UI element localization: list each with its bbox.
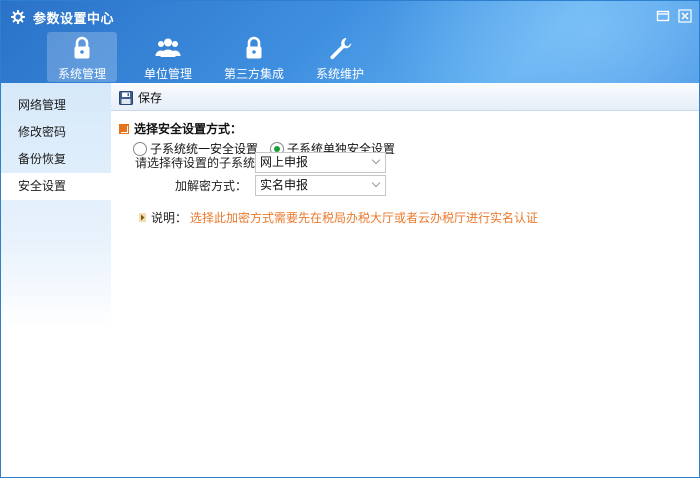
encryption-label: 加解密方式：	[174, 178, 247, 193]
section-title: 选择安全设置方式：	[134, 122, 243, 136]
wrench-icon	[330, 38, 352, 60]
sidebar: 网络管理 修改密码 备份恢复 安全设置	[1, 83, 111, 477]
arrow-right-icon	[139, 213, 146, 222]
tab-label: 系统管理	[57, 67, 106, 81]
note-label: 说明：	[151, 211, 188, 225]
tab-system-maintenance[interactable]: 系统维护	[305, 32, 375, 82]
tab-system-management[interactable]: 系统管理	[47, 32, 117, 82]
tab-label: 系统维护	[315, 67, 364, 81]
sidebar-item-security[interactable]: 安全设置	[1, 173, 111, 200]
section-header: 选择安全设置方式：	[119, 120, 242, 137]
sidebar-item-label: 修改密码	[18, 125, 67, 139]
orange-check-icon	[119, 123, 129, 134]
subsystem-label: 请选择待设置的子系统：	[135, 155, 268, 170]
sidebar-item-change-password[interactable]: 修改密码	[1, 119, 111, 146]
save-button[interactable]: 保存	[119, 89, 162, 106]
lock-icon	[246, 36, 262, 59]
note-row: 说明： 选择此加密方式需要先在税局办税大厅或者云办税厅进行实名认证	[139, 209, 538, 226]
tab-label: 第三方集成	[223, 67, 284, 81]
tab-third-party-integration[interactable]: 第三方集成	[219, 32, 289, 82]
header-bar: 参数设置中心 系统管理 单位管理 第三方集成 系统维护	[1, 1, 699, 83]
sidebar-item-label: 安全设置	[18, 179, 67, 193]
close-icon[interactable]	[678, 9, 692, 23]
title-bar: 参数设置中心	[11, 8, 115, 27]
subsystem-value: 网上申报	[260, 154, 309, 169]
restore-window-icon[interactable]	[656, 9, 670, 23]
header-glow	[381, 1, 699, 83]
settings-window: 参数设置中心 系统管理 单位管理 第三方集成 系统维护 网络管理 修改密码 备份…	[0, 0, 700, 478]
gear-icon	[11, 10, 25, 24]
save-disk-icon	[119, 90, 133, 105]
toolbar: 保存	[111, 83, 699, 111]
subsystem-select[interactable]: 网上申报	[255, 151, 386, 173]
save-label: 保存	[138, 91, 163, 105]
encryption-select[interactable]: 实名申报	[255, 174, 386, 196]
sidebar-item-label: 网络管理	[18, 98, 67, 112]
note-text: 选择此加密方式需要先在税局办税大厅或者云办税厅进行实名认证	[190, 211, 539, 225]
sidebar-item-label: 备份恢复	[18, 152, 67, 166]
encryption-value: 实名申报	[260, 177, 309, 192]
top-nav: 系统管理 单位管理 第三方集成 系统维护	[47, 32, 391, 82]
lock-icon	[74, 36, 90, 59]
chevron-down-icon	[371, 178, 381, 187]
chevron-down-icon	[371, 155, 381, 164]
window-title: 参数设置中心	[33, 11, 115, 27]
sidebar-item-backup-restore[interactable]: 备份恢复	[1, 146, 111, 173]
users-icon	[155, 38, 181, 57]
tab-unit-management[interactable]: 单位管理	[133, 32, 203, 82]
sidebar-item-network[interactable]: 网络管理	[1, 92, 111, 119]
main-content: 选择安全设置方式： 子系统统一安全设置 子系统单独安全设置 请选择待设置的子系统…	[111, 111, 699, 477]
tab-label: 单位管理	[143, 67, 192, 81]
